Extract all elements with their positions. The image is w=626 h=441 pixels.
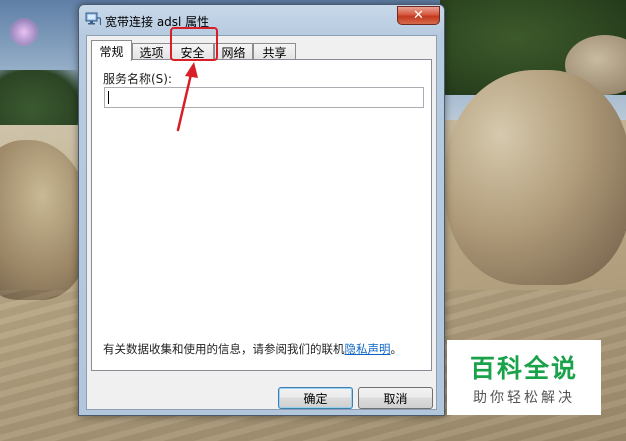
tab-general-label: 常规 (99, 44, 124, 59)
close-icon: ✕ (413, 8, 424, 23)
watermark-subtitle: 助你轻松解决 (473, 390, 575, 406)
privacy-link[interactable]: 隐私声明 (345, 342, 391, 356)
tab-sharing[interactable]: 共享 (253, 43, 296, 60)
wallpaper-lens-glare (10, 18, 38, 46)
ok-button[interactable]: 确定 (278, 387, 353, 409)
privacy-text: 有关数据收集和使用的信息，请参阅我们的联机 (103, 342, 345, 356)
wallpaper-trees-left (0, 70, 80, 125)
general-tab-panel: 服务名称(S): 有关数据收集和使用的信息，请参阅我们的联机隐私声明。 (91, 59, 432, 371)
watermark-title: 百科全说 (469, 354, 578, 383)
service-name-input[interactable] (104, 87, 424, 108)
annotation-highlight-box (170, 27, 218, 61)
text-caret (108, 91, 109, 104)
tab-options-label: 选项 (139, 45, 164, 60)
tab-general[interactable]: 常规 (91, 40, 132, 61)
tab-networking[interactable]: 网络 (214, 43, 253, 60)
service-name-label: 服务名称(S): (103, 72, 173, 86)
wallpaper-rock-large (445, 70, 626, 285)
properties-dialog: 宽带连接 adsl 属性 ✕ 常规 选项 安全 网络 共享 服务名称(S): 有… (78, 4, 445, 416)
dialog-client-area: 常规 选项 安全 网络 共享 服务名称(S): 有关数据收集和使用的信息，请参阅… (86, 35, 437, 410)
network-connection-icon (85, 12, 102, 26)
privacy-statement: 有关数据收集和使用的信息，请参阅我们的联机隐私声明。 (103, 341, 402, 357)
annotation-arrow-icon (176, 62, 198, 132)
tab-options[interactable]: 选项 (132, 43, 171, 60)
close-button[interactable]: ✕ (397, 6, 440, 25)
cancel-button[interactable]: 取消 (358, 387, 433, 409)
title-bar[interactable]: 宽带连接 adsl 属性 ✕ (79, 5, 444, 35)
tab-networking-label: 网络 (221, 45, 246, 60)
tab-sharing-label: 共享 (262, 45, 287, 60)
privacy-suffix: 。 (390, 342, 403, 356)
watermark-logo: 百科全说 助你轻松解决 (447, 340, 601, 415)
